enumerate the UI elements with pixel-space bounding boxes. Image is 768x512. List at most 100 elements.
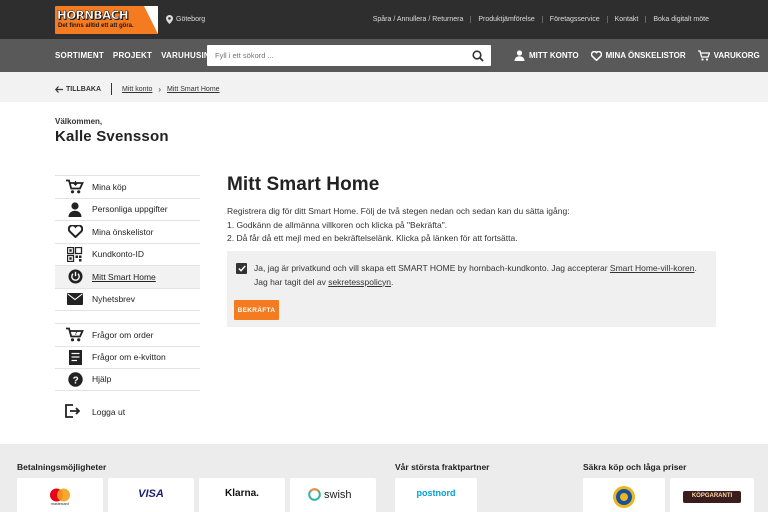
page-description: Registrera dig för ditt Smart Home. Följ… bbox=[227, 205, 727, 246]
top-bar: HORNBACH Det finns alltid ett att göra. … bbox=[0, 0, 768, 39]
description-line-1: Registrera dig för ditt Smart Home. Följ… bbox=[227, 206, 570, 216]
breadcrumb-current[interactable]: Mitt Smart Home bbox=[167, 86, 220, 93]
account-nav: MITT KONTO MINA ÖNSKELISTOR VARUKORG bbox=[514, 50, 760, 61]
breadcrumb-bar: TILLBAKA Mitt konto › Mitt Smart Home bbox=[0, 72, 768, 102]
mastercard-logo-icon bbox=[50, 488, 70, 502]
sidebar-item-personal-details[interactable]: Personliga uppgifter bbox=[55, 197, 200, 221]
my-account-link[interactable]: MITT KONTO bbox=[514, 50, 579, 61]
user-icon bbox=[514, 50, 525, 61]
sidebar-item-help[interactable]: ? Hjälp bbox=[55, 368, 200, 391]
search-icon[interactable] bbox=[472, 49, 484, 67]
wishlists-link[interactable]: MINA ÖNSKELISTOR bbox=[590, 50, 686, 61]
cart-link[interactable]: VARUKORG bbox=[697, 50, 760, 61]
store-selector[interactable]: Göteborg bbox=[166, 15, 205, 24]
cart-label: VARUKORG bbox=[713, 51, 760, 60]
confirm-button[interactable]: BEKRÄFTA bbox=[234, 300, 279, 320]
nav-item-projekt[interactable]: PROJEKT bbox=[113, 51, 152, 60]
shipping-heading: Vår största fraktpartner bbox=[395, 462, 490, 472]
secure-card-kopgaranti: KÖPGARANTI bbox=[670, 478, 754, 512]
mastercard-label: mastercard bbox=[51, 502, 69, 506]
top-link-returns[interactable]: Spåra / Annullera / Returnera bbox=[366, 16, 471, 23]
klarna-logo: Klarna. bbox=[225, 488, 259, 499]
welcome-text: Välkommen, bbox=[55, 117, 103, 126]
sidebar-item-customer-id[interactable]: Kundkonto-ID bbox=[55, 242, 200, 266]
sidebar-item-wishlists[interactable]: Mina önskelistor bbox=[55, 220, 200, 243]
help-icon: ? bbox=[65, 371, 85, 387]
logout-link[interactable]: Logga ut bbox=[55, 404, 125, 420]
back-link[interactable]: TILLBAKA bbox=[55, 86, 101, 93]
wishlists-label: MINA ÖNSKELISTOR bbox=[605, 51, 686, 60]
consent-box: Ja, jag är privatkund och vill skapa ett… bbox=[227, 251, 716, 327]
shipping-card-postnord: postnord bbox=[395, 478, 477, 512]
sidebar-divider bbox=[55, 310, 200, 323]
search-input[interactable] bbox=[215, 51, 455, 60]
logo-tagline: Det finns alltid ett att göra. bbox=[58, 23, 134, 29]
nav-menu: SORTIMENT PROJEKT VARUHUSINFO bbox=[55, 51, 221, 60]
cart-question-icon: ? bbox=[65, 327, 85, 343]
cart-icon bbox=[65, 179, 85, 195]
nav-item-sortiment[interactable]: SORTIMENT bbox=[55, 51, 104, 60]
sidebar-item-label: Frågor om order bbox=[92, 329, 154, 340]
swish-logo: swish bbox=[308, 488, 352, 501]
trust-seal-icon bbox=[613, 486, 635, 508]
terms-link[interactable]: Smart Home-vill-koren bbox=[610, 263, 695, 273]
swish-icon bbox=[308, 488, 321, 501]
svg-text:?: ? bbox=[74, 331, 78, 337]
cart-icon bbox=[697, 50, 710, 61]
top-link-book-meeting[interactable]: Boka digitalt möte bbox=[645, 16, 716, 23]
secure-card-seal bbox=[583, 478, 665, 512]
postnord-logo: postnord bbox=[416, 488, 456, 498]
breadcrumb-my-account[interactable]: Mitt konto bbox=[122, 86, 152, 93]
sidebar-item-purchases[interactable]: Mina köp bbox=[55, 175, 200, 198]
logout-label: Logga ut bbox=[92, 407, 126, 417]
chevron-right-icon: › bbox=[158, 84, 162, 94]
payment-card-klarna: Klarna. bbox=[199, 478, 285, 512]
secure-heading: Säkra köp och låga priser bbox=[583, 462, 687, 472]
checkmark-icon bbox=[237, 265, 246, 272]
sidebar-item-label: Kundkonto-ID bbox=[92, 249, 144, 260]
sidebar-item-label: Hjälp bbox=[92, 374, 112, 385]
sidebar-item-label: Mina köp bbox=[92, 181, 127, 192]
consent-text: Ja, jag är privatkund och vill skapa ett… bbox=[254, 262, 704, 289]
page-title: Mitt Smart Home bbox=[227, 174, 380, 195]
person-icon bbox=[65, 201, 85, 217]
payment-card-mastercard: mastercard bbox=[17, 478, 103, 512]
logout-icon bbox=[65, 404, 85, 420]
power-icon bbox=[65, 269, 85, 285]
consent-text-part: Ja, jag är privatkund och vill skapa ett… bbox=[254, 263, 610, 273]
description-line-2: 1. Godkänn de allmänna villkoren och kli… bbox=[227, 219, 448, 230]
receipt-icon bbox=[65, 349, 85, 365]
map-pin-icon bbox=[166, 15, 173, 24]
kopgaranti-badge: KÖPGARANTI bbox=[683, 491, 741, 503]
user-name: Kalle Svensson bbox=[55, 128, 169, 145]
sidebar-item-receipt-questions[interactable]: Frågor om e-kvitton bbox=[55, 345, 200, 369]
top-link-contact[interactable]: Kontakt bbox=[606, 16, 646, 23]
sidebar-item-smart-home[interactable]: Mitt Smart Home bbox=[55, 265, 200, 288]
logo-corner-mark bbox=[144, 6, 158, 34]
sidebar-item-newsletter[interactable]: Nyhetsbrev bbox=[55, 287, 200, 311]
payment-card-visa: VISA bbox=[108, 478, 194, 512]
search-box bbox=[207, 45, 491, 66]
description-line-3: 2. Då får då ett mejl med en bekräftelse… bbox=[227, 233, 518, 243]
envelope-icon bbox=[65, 291, 85, 307]
heart-icon bbox=[590, 50, 602, 61]
top-link-compare[interactable]: Produktjämförelse bbox=[470, 16, 541, 23]
breadcrumb-divider bbox=[111, 83, 112, 95]
hornbach-logo[interactable]: HORNBACH Det finns alltid ett att göra. bbox=[55, 6, 158, 34]
privacy-policy-link[interactable]: sekretesspolicyn bbox=[328, 277, 391, 287]
back-label: TILLBAKA bbox=[66, 85, 101, 93]
payment-card-swish: swish bbox=[290, 478, 376, 512]
sidebar-item-label: Mitt Smart Home bbox=[92, 271, 156, 282]
top-link-business[interactable]: Företagsservice bbox=[541, 16, 607, 23]
store-name: Göteborg bbox=[176, 16, 206, 23]
heart-icon bbox=[65, 224, 85, 240]
sidebar-item-order-questions[interactable]: ? Frågor om order bbox=[55, 323, 200, 346]
breadcrumb: TILLBAKA Mitt konto › Mitt Smart Home bbox=[55, 83, 220, 95]
visa-logo: VISA bbox=[138, 488, 164, 500]
consent-checkbox[interactable] bbox=[236, 263, 247, 274]
svg-text:?: ? bbox=[72, 375, 78, 386]
logo-brand: HORNBACH bbox=[57, 8, 129, 22]
top-links: Spåra / Annullera / Returnera Produktjäm… bbox=[366, 16, 716, 23]
account-sidebar: Mina köp Personliga uppgifter Mina önske… bbox=[55, 175, 200, 391]
sidebar-item-label: Nyhetsbrev bbox=[92, 294, 135, 305]
